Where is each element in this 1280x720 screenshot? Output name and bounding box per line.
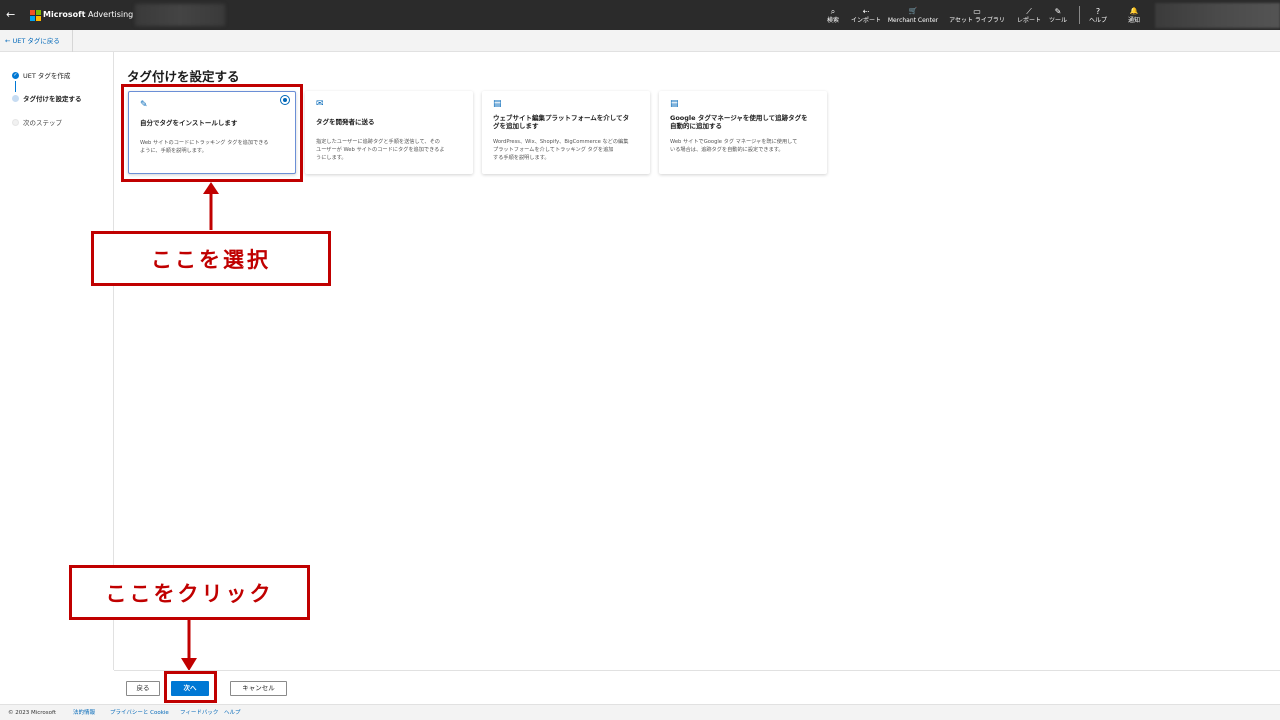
bell-icon: 🔔 xyxy=(1129,7,1139,15)
nav-label: 検索 xyxy=(826,17,839,24)
mail-icon: ✉ xyxy=(316,99,324,109)
nav-merchant-center[interactable]: 🛒 Merchant Center xyxy=(886,5,940,27)
breadcrumb-bar: ← UET タグに戻る xyxy=(0,30,1280,52)
step-create-tag[interactable]: ✓ UET タグを作成 xyxy=(12,70,70,80)
page-title: タグ付けを設定する xyxy=(127,69,240,84)
brand-name: Microsoft xyxy=(43,10,86,19)
nav-label: 通知 xyxy=(1127,17,1140,24)
nav-label: インポート xyxy=(850,17,881,24)
subbar-divider xyxy=(72,30,73,52)
footer-link-privacy[interactable]: プライバシーと Cookie xyxy=(110,709,169,717)
website-platform-icon: ▤ xyxy=(493,99,502,109)
annotation-highlight-card xyxy=(121,84,303,182)
report-icon: ⟋ xyxy=(1026,7,1032,16)
card-description: WordPress、Wix、Shopify、BigCommerce などの編集 … xyxy=(493,139,629,161)
nav-notifications[interactable]: 🔔 通知 xyxy=(1124,5,1144,27)
card-title: Google タグマネージャを使用して追跡タグを 自動的に追加する xyxy=(670,114,808,130)
wizard-action-bar: 戻る 次へ キャンセル xyxy=(114,670,1280,704)
user-profile[interactable] xyxy=(1155,3,1280,28)
current-step-dot-icon xyxy=(12,94,19,102)
option-card-send-to-developer[interactable]: ✉ タグを開発者に送る 指定したユーザーに追跡タグと手順を送信して、その ユーザ… xyxy=(305,91,473,174)
brand-product: Advertising xyxy=(88,10,134,19)
stepper-connector xyxy=(15,81,16,92)
nav-label: レポート xyxy=(1016,17,1041,24)
card-title: タグを開発者に送る xyxy=(316,118,375,126)
import-icon: ⇠ xyxy=(862,7,870,16)
step-next-steps[interactable]: 次のステップ xyxy=(12,117,62,127)
back-arrow-icon[interactable]: ← xyxy=(6,8,18,22)
footer-link-legal[interactable]: 法的情報 xyxy=(73,709,95,717)
annotation-highlight-next xyxy=(164,671,217,703)
option-card-google-tag-manager[interactable]: ▤ Google タグマネージャを使用して追跡タグを 自動的に追加する Web … xyxy=(659,91,827,174)
back-button[interactable]: 戻る xyxy=(126,681,160,696)
top-app-bar: ← Microsoft Advertising ⌕ 検索 ⇠ インポート 🛒 M… xyxy=(0,0,1280,30)
brand-title[interactable]: Microsoft Advertising xyxy=(43,9,133,21)
check-icon: ✓ xyxy=(12,71,19,79)
card-description: Web サイトでGoogle タグ マネージャを既に使用して いる場合は、追跡タ… xyxy=(670,139,798,153)
nav-divider xyxy=(1079,6,1080,24)
card-description: 指定したユーザーに追跡タグと手順を送信して、その ユーザーが Web サイトのコ… xyxy=(316,139,445,161)
copyright-text: © 2023 Microsoft xyxy=(8,710,57,716)
footer-link-help[interactable]: ヘルプ xyxy=(224,709,241,717)
nav-label: アセット ライブラリ xyxy=(949,17,1005,24)
nav-tools[interactable]: ✎ ツール xyxy=(1046,5,1070,27)
footer-link-feedback[interactable]: フィードバック xyxy=(180,709,218,717)
back-to-uet-tags-link[interactable]: ← UET タグに戻る xyxy=(5,36,60,46)
nav-reports[interactable]: ⟋ レポート xyxy=(1016,5,1042,27)
annotation-click-label: ここをクリック xyxy=(69,565,310,620)
annotation-arrow-down-icon xyxy=(181,620,197,671)
cart-icon: 🛒 xyxy=(908,7,918,15)
annotation-select-label: ここを選択 xyxy=(91,231,331,286)
nav-help[interactable]: ? ヘルプ xyxy=(1086,5,1110,27)
cancel-button[interactable]: キャンセル xyxy=(230,681,287,696)
step-configure-tagging[interactable]: タグ付けを設定する xyxy=(12,93,82,103)
help-icon: ? xyxy=(1095,7,1101,16)
card-title: ウェブサイト編集プラットフォームを介してタ グを追加します xyxy=(493,114,630,130)
nav-asset-library[interactable]: ▭ アセット ライブラリ xyxy=(943,5,1011,27)
nav-label: Merchant Center xyxy=(887,17,939,24)
asset-library-icon: ▭ xyxy=(973,7,981,16)
nav-import[interactable]: ⇠ インポート xyxy=(848,5,884,27)
annotation-arrow-up-icon xyxy=(203,182,219,230)
nav-search[interactable]: ⌕ 検索 xyxy=(825,5,841,27)
search-icon: ⌕ xyxy=(830,7,836,16)
page-footer: © 2023 Microsoft 法的情報 プライバシーと Cookie フィー… xyxy=(0,704,1280,720)
step-label: タグ付けを設定する xyxy=(23,95,82,103)
step-label: 次のステップ xyxy=(23,119,62,127)
tools-icon: ✎ xyxy=(1054,7,1062,16)
microsoft-logo-icon xyxy=(30,10,41,21)
option-card-website-platform[interactable]: ▤ ウェブサイト編集プラットフォームを介してタ グを追加します WordPres… xyxy=(482,91,650,174)
tag-manager-icon: ▤ xyxy=(670,99,679,109)
nav-label: ツール xyxy=(1048,17,1067,24)
nav-label: ヘルプ xyxy=(1088,17,1107,24)
account-selector[interactable] xyxy=(135,4,225,26)
pending-step-dot-icon xyxy=(12,118,19,126)
step-label: UET タグを作成 xyxy=(23,72,71,80)
